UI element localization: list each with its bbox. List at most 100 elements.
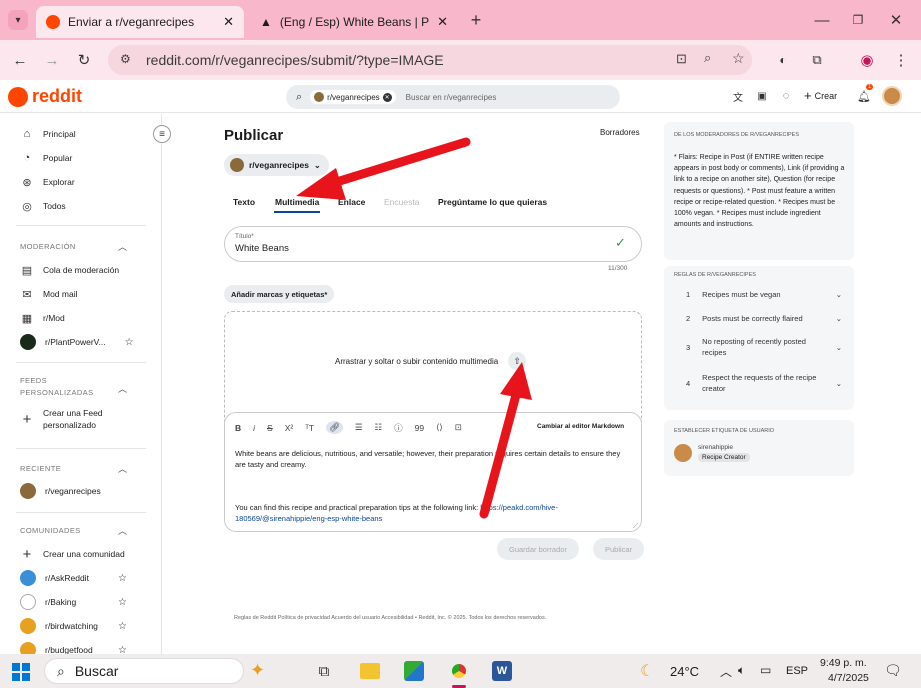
chevron-up-icon[interactable]: ︿	[118, 240, 127, 253]
word-icon[interactable]: W	[492, 661, 512, 681]
superscript-icon[interactable]: X²	[285, 423, 294, 433]
copilot-icon[interactable]: ✦	[250, 660, 265, 681]
sidebar-item-principal[interactable]: ⌂ Principal	[20, 124, 76, 144]
sidebar-item-popular[interactable]: ◔ Popular	[20, 148, 73, 168]
markdown-switch[interactable]: Cambiar al editor Markdown	[537, 423, 624, 430]
search-community-chip[interactable]: r/veganrecipes ✕	[310, 90, 396, 104]
reload-icon[interactable]: ↻	[74, 50, 94, 70]
sidebar-item-askreddit[interactable]: r/AskReddit ☆	[20, 568, 127, 588]
windows-start-icon[interactable]	[12, 663, 30, 681]
sidebar-item-modqueue[interactable]: ▤ Cola de moderación	[20, 260, 119, 280]
task-view-icon[interactable]: ⧉	[314, 662, 334, 680]
extensions-icon[interactable]: ⧉	[806, 50, 828, 70]
create-feed-button[interactable]: + Crear una Feed personalizado	[20, 408, 103, 430]
restore-button[interactable]: ❐	[846, 10, 870, 30]
app-icon[interactable]	[404, 661, 424, 681]
taskbar-search[interactable]: ⌕ Buscar	[44, 658, 244, 684]
sidebar-item-plantpower[interactable]: r/PlantPowerV... ☆	[20, 332, 134, 352]
heading-icon[interactable]: ᵀT	[305, 423, 314, 433]
remove-chip-icon[interactable]: ✕	[382, 92, 392, 102]
chevron-up-icon[interactable]: ︿	[118, 382, 127, 395]
sidebar-item-rmod[interactable]: ▦ r/Mod	[20, 308, 65, 328]
italic-icon[interactable]: i	[253, 423, 255, 433]
profile-icon[interactable]: ◉	[856, 50, 878, 70]
strikethrough-icon[interactable]: S	[267, 423, 273, 433]
forward-icon[interactable]: →	[42, 50, 62, 70]
translate-icon[interactable]: ◐	[772, 50, 794, 70]
tray-chevron-icon[interactable]: ︿	[720, 663, 732, 680]
title-field[interactable]: Título* White Beans ✓	[224, 226, 642, 262]
tab-enviar[interactable]: Enviar a r/veganrecipes ✕	[36, 6, 244, 38]
sidebar-item-veganrecipes[interactable]: r/veganrecipes	[20, 481, 101, 501]
sidebar-item-baking[interactable]: r/Baking ☆	[20, 592, 127, 612]
create-button[interactable]: + Crear	[804, 88, 837, 103]
star-icon[interactable]: ☆	[118, 621, 127, 632]
close-icon[interactable]: ✕	[437, 14, 448, 30]
tab-multimedia[interactable]: Multimedia	[275, 197, 319, 207]
tab-list-button[interactable]: ▾	[8, 10, 28, 30]
collapse-sidebar-button[interactable]: ≡	[153, 125, 171, 143]
chat-icon[interactable]: ◌	[778, 88, 794, 104]
numbered-list-icon[interactable]: ☷	[375, 422, 383, 433]
language-indicator[interactable]: ESP	[786, 665, 808, 677]
code-icon[interactable]: ⟨⟩	[436, 422, 443, 433]
rule-item[interactable]: 2 Posts must be correctly flaired ⌄	[686, 314, 842, 323]
sidebar-item-explorar[interactable]: ⊛ Explorar	[20, 172, 74, 192]
zoom-icon[interactable]: ⌕	[704, 50, 711, 66]
close-icon[interactable]: ✕	[223, 14, 234, 30]
site-info-icon[interactable]: ⚙	[120, 52, 131, 66]
drafts-link[interactable]: Borradores	[600, 128, 640, 137]
notifications-icon[interactable]: 🗨︎	[884, 662, 902, 679]
user-avatar[interactable]	[882, 86, 902, 106]
create-community-button[interactable]: + Crear una comunidad	[20, 544, 125, 564]
address-bar[interactable]: ⚙ reddit.com/r/veganrecipes/submit/?type…	[108, 45, 752, 75]
bullet-list-icon[interactable]: ☰	[355, 422, 363, 433]
minimize-button[interactable]: —	[810, 10, 834, 30]
new-tab-button[interactable]: +	[466, 10, 486, 30]
rule-item[interactable]: 3 No reposting of recently posted recipes…	[686, 336, 842, 358]
network-icon[interactable]: ▭	[760, 663, 771, 677]
add-flair-button[interactable]: Añadir marcas y etiquetas*	[224, 285, 335, 303]
file-explorer-icon[interactable]	[360, 663, 380, 679]
code-block-icon[interactable]: ⊡	[455, 422, 462, 433]
resize-handle-icon[interactable]: ⟋	[633, 523, 638, 531]
bold-icon[interactable]: B	[235, 423, 241, 433]
star-icon[interactable]: ☆	[118, 597, 127, 608]
user-flair-preview[interactable]: sirenahippie Recipe Creator	[674, 444, 750, 462]
spoiler-icon[interactable]: ⓘ	[394, 422, 403, 434]
sidebar-item-modmail[interactable]: ✉ Mod mail	[20, 284, 77, 304]
back-icon[interactable]: ←	[10, 50, 30, 70]
close-window-button[interactable]: ✕	[884, 10, 908, 30]
link-icon[interactable]: 🔗︎	[326, 421, 343, 434]
rule-item[interactable]: 4 Respect the requests of the recipe crea…	[686, 372, 842, 394]
bookmark-star-icon[interactable]: ☆	[732, 50, 745, 67]
reddit-logo[interactable]: reddit	[8, 86, 82, 107]
clock-time[interactable]: 9:49 p. m.	[820, 657, 867, 669]
temperature[interactable]: 24°C	[670, 664, 699, 679]
menu-icon[interactable]: ⋮	[890, 50, 912, 70]
community-selector[interactable]: r/veganrecipes ⌄	[224, 154, 329, 176]
star-icon[interactable]: ☆	[118, 573, 127, 584]
clock-date[interactable]: 4/7/2025	[828, 672, 869, 684]
star-icon[interactable]: ☆	[125, 337, 134, 348]
chevron-up-icon[interactable]: ︿	[118, 462, 127, 475]
translate-icon[interactable]: 文	[730, 88, 746, 104]
search-bar[interactable]: ⌕ r/veganrecipes ✕ Buscar en r/veganreci…	[286, 85, 620, 109]
bell-icon[interactable]: 🔔︎	[856, 88, 872, 104]
advertise-icon[interactable]: ▣	[754, 88, 770, 104]
sidebar-item-todos[interactable]: ◎ Todos	[20, 196, 66, 216]
upload-icon[interactable]: ⇧	[508, 352, 527, 370]
publish-button[interactable]: Publicar	[593, 538, 645, 560]
install-icon[interactable]: ⊡	[676, 51, 687, 67]
tab-enlace[interactable]: Enlace	[338, 197, 365, 207]
save-draft-button[interactable]: Guardar borrador	[497, 538, 579, 560]
rule-item[interactable]: 1 Recipes must be vegan ⌄	[686, 290, 842, 299]
tab-ama[interactable]: Pregúntame lo que quieras	[438, 197, 547, 207]
quote-icon[interactable]: 99	[415, 423, 424, 433]
tab-texto[interactable]: Texto	[233, 197, 255, 207]
sidebar-item-birdwatching[interactable]: r/birdwatching ☆	[20, 616, 127, 636]
volume-icon[interactable]: 🔈︎	[738, 663, 745, 678]
tab-peakd[interactable]: ▲ (Eng / Esp) White Beans | PeakD ✕	[250, 6, 458, 38]
chrome-icon[interactable]	[448, 660, 470, 682]
body-editor[interactable]: B i S X² ᵀT 🔗︎ ☰ ☷ ⓘ 99 ⟨⟩ ⊡ Cambiar al …	[224, 412, 642, 532]
